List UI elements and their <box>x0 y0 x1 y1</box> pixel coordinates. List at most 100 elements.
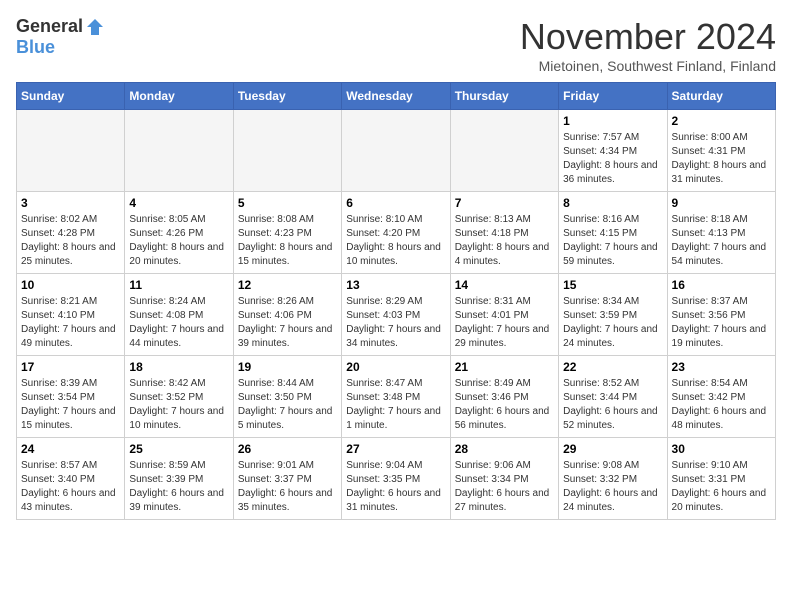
calendar-cell: 26 Sunrise: 9:01 AM Sunset: 3:37 PM Dayli… <box>233 438 341 520</box>
calendar-cell: 5 Sunrise: 8:08 AM Sunset: 4:23 PM Daylig… <box>233 192 341 274</box>
cell-content: Sunrise: 8:18 AM Sunset: 4:13 PM Dayligh… <box>672 213 771 269</box>
day-number: 20 <box>346 360 445 374</box>
day-number: 17 <box>21 360 120 374</box>
calendar-cell: 8 Sunrise: 8:16 AM Sunset: 4:15 PM Daylig… <box>559 192 667 274</box>
weekday-header-thursday: Thursday <box>450 83 558 110</box>
day-number: 24 <box>21 442 120 456</box>
cell-content: Sunrise: 8:29 AM Sunset: 4:03 PM Dayligh… <box>346 295 445 351</box>
cell-content: Sunrise: 8:44 AM Sunset: 3:50 PM Dayligh… <box>238 377 337 433</box>
day-number: 23 <box>672 360 771 374</box>
day-number: 9 <box>672 196 771 210</box>
cell-content: Sunrise: 8:31 AM Sunset: 4:01 PM Dayligh… <box>455 295 554 351</box>
cell-content: Sunrise: 8:24 AM Sunset: 4:08 PM Dayligh… <box>129 295 228 351</box>
calendar-cell: 29 Sunrise: 9:08 AM Sunset: 3:32 PM Dayli… <box>559 438 667 520</box>
weekday-header-tuesday: Tuesday <box>233 83 341 110</box>
day-number: 28 <box>455 442 554 456</box>
cell-content: Sunrise: 8:08 AM Sunset: 4:23 PM Dayligh… <box>238 213 337 269</box>
calendar-cell: 13Sunrise: 8:29 AM Sunset: 4:03 PM Dayli… <box>342 274 450 356</box>
calendar-cell: 1Sunrise: 7:57 AM Sunset: 4:34 PM Daylig… <box>559 110 667 192</box>
location-subtitle: Mietoinen, Southwest Finland, Finland <box>520 58 776 74</box>
title-area: November 2024 Mietoinen, Southwest Finla… <box>520 16 776 74</box>
cell-content: Sunrise: 9:04 AM Sunset: 3:35 PM Dayligh… <box>346 459 445 515</box>
cell-content: Sunrise: 8:26 AM Sunset: 4:06 PM Dayligh… <box>238 295 337 351</box>
day-number: 26 <box>238 442 337 456</box>
cell-content: Sunrise: 8:21 AM Sunset: 4:10 PM Dayligh… <box>21 295 120 351</box>
cell-content: Sunrise: 8:49 AM Sunset: 3:46 PM Dayligh… <box>455 377 554 433</box>
calendar-cell <box>125 110 233 192</box>
calendar-cell: 19Sunrise: 8:44 AM Sunset: 3:50 PM Dayli… <box>233 356 341 438</box>
calendar-cell: 2Sunrise: 8:00 AM Sunset: 4:31 PM Daylig… <box>667 110 775 192</box>
calendar-cell: 24 Sunrise: 8:57 AM Sunset: 3:40 PM Dayli… <box>17 438 125 520</box>
weekday-header-saturday: Saturday <box>667 83 775 110</box>
cell-content: Sunrise: 8:00 AM Sunset: 4:31 PM Dayligh… <box>672 131 771 187</box>
day-number: 30 <box>672 442 771 456</box>
calendar-cell: 10 Sunrise: 8:21 AM Sunset: 4:10 PM Dayli… <box>17 274 125 356</box>
calendar-cell: 16 Sunrise: 8:37 AM Sunset: 3:56 PM Dayli… <box>667 274 775 356</box>
logo-general-text: General <box>16 16 83 37</box>
calendar-cell: 18 Sunrise: 8:42 AM Sunset: 3:52 PM Dayli… <box>125 356 233 438</box>
calendar-cell: 23 Sunrise: 8:54 AM Sunset: 3:42 PM Dayli… <box>667 356 775 438</box>
calendar-cell <box>17 110 125 192</box>
day-number: 27 <box>346 442 445 456</box>
day-number: 15 <box>563 278 662 292</box>
logo-icon <box>85 17 105 37</box>
calendar-cell: 28 Sunrise: 9:06 AM Sunset: 3:34 PM Dayli… <box>450 438 558 520</box>
calendar-cell: 20 Sunrise: 8:47 AM Sunset: 3:48 PM Dayli… <box>342 356 450 438</box>
calendar-cell: 6 Sunrise: 8:10 AM Sunset: 4:20 PM Daylig… <box>342 192 450 274</box>
cell-content: Sunrise: 8:54 AM Sunset: 3:42 PM Dayligh… <box>672 377 771 433</box>
weekday-header-monday: Monday <box>125 83 233 110</box>
cell-content: Sunrise: 8:47 AM Sunset: 3:48 PM Dayligh… <box>346 377 445 433</box>
cell-content: Sunrise: 8:37 AM Sunset: 3:56 PM Dayligh… <box>672 295 771 351</box>
cell-content: Sunrise: 8:02 AM Sunset: 4:28 PM Dayligh… <box>21 213 120 269</box>
calendar-cell: 14 Sunrise: 8:31 AM Sunset: 4:01 PM Dayli… <box>450 274 558 356</box>
month-title: November 2024 <box>520 16 776 58</box>
calendar-cell: 17 Sunrise: 8:39 AM Sunset: 3:54 PM Dayli… <box>17 356 125 438</box>
cell-content: Sunrise: 9:08 AM Sunset: 3:32 PM Dayligh… <box>563 459 662 515</box>
cell-content: Sunrise: 8:42 AM Sunset: 3:52 PM Dayligh… <box>129 377 228 433</box>
cell-content: Sunrise: 8:05 AM Sunset: 4:26 PM Dayligh… <box>129 213 228 269</box>
cell-content: Sunrise: 8:57 AM Sunset: 3:40 PM Dayligh… <box>21 459 120 515</box>
day-number: 5 <box>238 196 337 210</box>
day-number: 16 <box>672 278 771 292</box>
logo: General Blue <box>16 16 105 58</box>
day-number: 18 <box>129 360 228 374</box>
weekday-header-row: SundayMondayTuesdayWednesdayThursdayFrid… <box>17 83 776 110</box>
calendar-cell: 15 Sunrise: 8:34 AM Sunset: 3:59 PM Dayli… <box>559 274 667 356</box>
cell-content: Sunrise: 8:34 AM Sunset: 3:59 PM Dayligh… <box>563 295 662 351</box>
calendar-week-row: 1Sunrise: 7:57 AM Sunset: 4:34 PM Daylig… <box>17 110 776 192</box>
calendar-cell: 21 Sunrise: 8:49 AM Sunset: 3:46 PM Dayli… <box>450 356 558 438</box>
calendar-cell: 3Sunrise: 8:02 AM Sunset: 4:28 PM Daylig… <box>17 192 125 274</box>
calendar-cell: 22Sunrise: 8:52 AM Sunset: 3:44 PM Dayli… <box>559 356 667 438</box>
day-number: 21 <box>455 360 554 374</box>
cell-content: Sunrise: 9:06 AM Sunset: 3:34 PM Dayligh… <box>455 459 554 515</box>
cell-content: Sunrise: 8:10 AM Sunset: 4:20 PM Dayligh… <box>346 213 445 269</box>
calendar-cell: 11Sunrise: 8:24 AM Sunset: 4:08 PM Dayli… <box>125 274 233 356</box>
cell-content: Sunrise: 8:59 AM Sunset: 3:39 PM Dayligh… <box>129 459 228 515</box>
weekday-header-wednesday: Wednesday <box>342 83 450 110</box>
cell-content: Sunrise: 8:39 AM Sunset: 3:54 PM Dayligh… <box>21 377 120 433</box>
cell-content: Sunrise: 8:13 AM Sunset: 4:18 PM Dayligh… <box>455 213 554 269</box>
day-number: 14 <box>455 278 554 292</box>
logo-blue-text: Blue <box>16 37 55 58</box>
day-number: 8 <box>563 196 662 210</box>
weekday-header-sunday: Sunday <box>17 83 125 110</box>
day-number: 25 <box>129 442 228 456</box>
day-number: 6 <box>346 196 445 210</box>
cell-content: Sunrise: 7:57 AM Sunset: 4:34 PM Dayligh… <box>563 131 662 187</box>
day-number: 10 <box>21 278 120 292</box>
calendar-cell: 9 Sunrise: 8:18 AM Sunset: 4:13 PM Daylig… <box>667 192 775 274</box>
day-number: 12 <box>238 278 337 292</box>
cell-content: Sunrise: 9:10 AM Sunset: 3:31 PM Dayligh… <box>672 459 771 515</box>
day-number: 29 <box>563 442 662 456</box>
calendar-table: SundayMondayTuesdayWednesdayThursdayFrid… <box>16 82 776 520</box>
calendar-cell: 4Sunrise: 8:05 AM Sunset: 4:26 PM Daylig… <box>125 192 233 274</box>
calendar-cell: 30 Sunrise: 9:10 AM Sunset: 3:31 PM Dayli… <box>667 438 775 520</box>
page-header: General Blue November 2024 Mietoinen, So… <box>16 16 776 74</box>
calendar-cell: 25 Sunrise: 8:59 AM Sunset: 3:39 PM Dayli… <box>125 438 233 520</box>
cell-content: Sunrise: 8:16 AM Sunset: 4:15 PM Dayligh… <box>563 213 662 269</box>
calendar-week-row: 24 Sunrise: 8:57 AM Sunset: 3:40 PM Dayli… <box>17 438 776 520</box>
day-number: 7 <box>455 196 554 210</box>
calendar-cell: 12 Sunrise: 8:26 AM Sunset: 4:06 PM Dayli… <box>233 274 341 356</box>
calendar-week-row: 10 Sunrise: 8:21 AM Sunset: 4:10 PM Dayli… <box>17 274 776 356</box>
cell-content: Sunrise: 9:01 AM Sunset: 3:37 PM Dayligh… <box>238 459 337 515</box>
